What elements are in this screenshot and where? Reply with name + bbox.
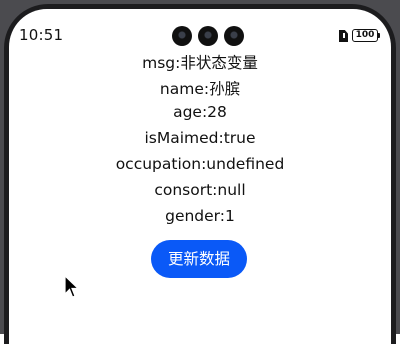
sim-alert-icon <box>339 30 348 42</box>
status-bar: 10:51 100 <box>9 9 391 46</box>
is-maimed-field: isMaimed:true <box>144 129 256 147</box>
status-time: 10:51 <box>19 26 64 44</box>
name-field: name:孙膑 <box>159 80 241 98</box>
mouse-cursor-icon <box>64 275 80 298</box>
battery-tip <box>378 33 380 38</box>
consort-field: consort:null <box>154 181 246 199</box>
msg-field: msg:非状态变量 <box>142 54 258 72</box>
battery-icon: 100 <box>352 29 378 42</box>
camera-icon <box>172 26 192 46</box>
gender-field: gender:1 <box>165 207 235 225</box>
camera-icon <box>224 26 244 46</box>
camera-icon <box>198 26 218 46</box>
device-frame: 10:51 100 msg:非状态变量 name:孙膑 age:28 isMai… <box>0 0 400 349</box>
update-data-button[interactable]: 更新数据 <box>151 240 247 278</box>
occupation-field: occupation:undefined <box>115 155 285 173</box>
age-field: age:28 <box>173 103 227 121</box>
